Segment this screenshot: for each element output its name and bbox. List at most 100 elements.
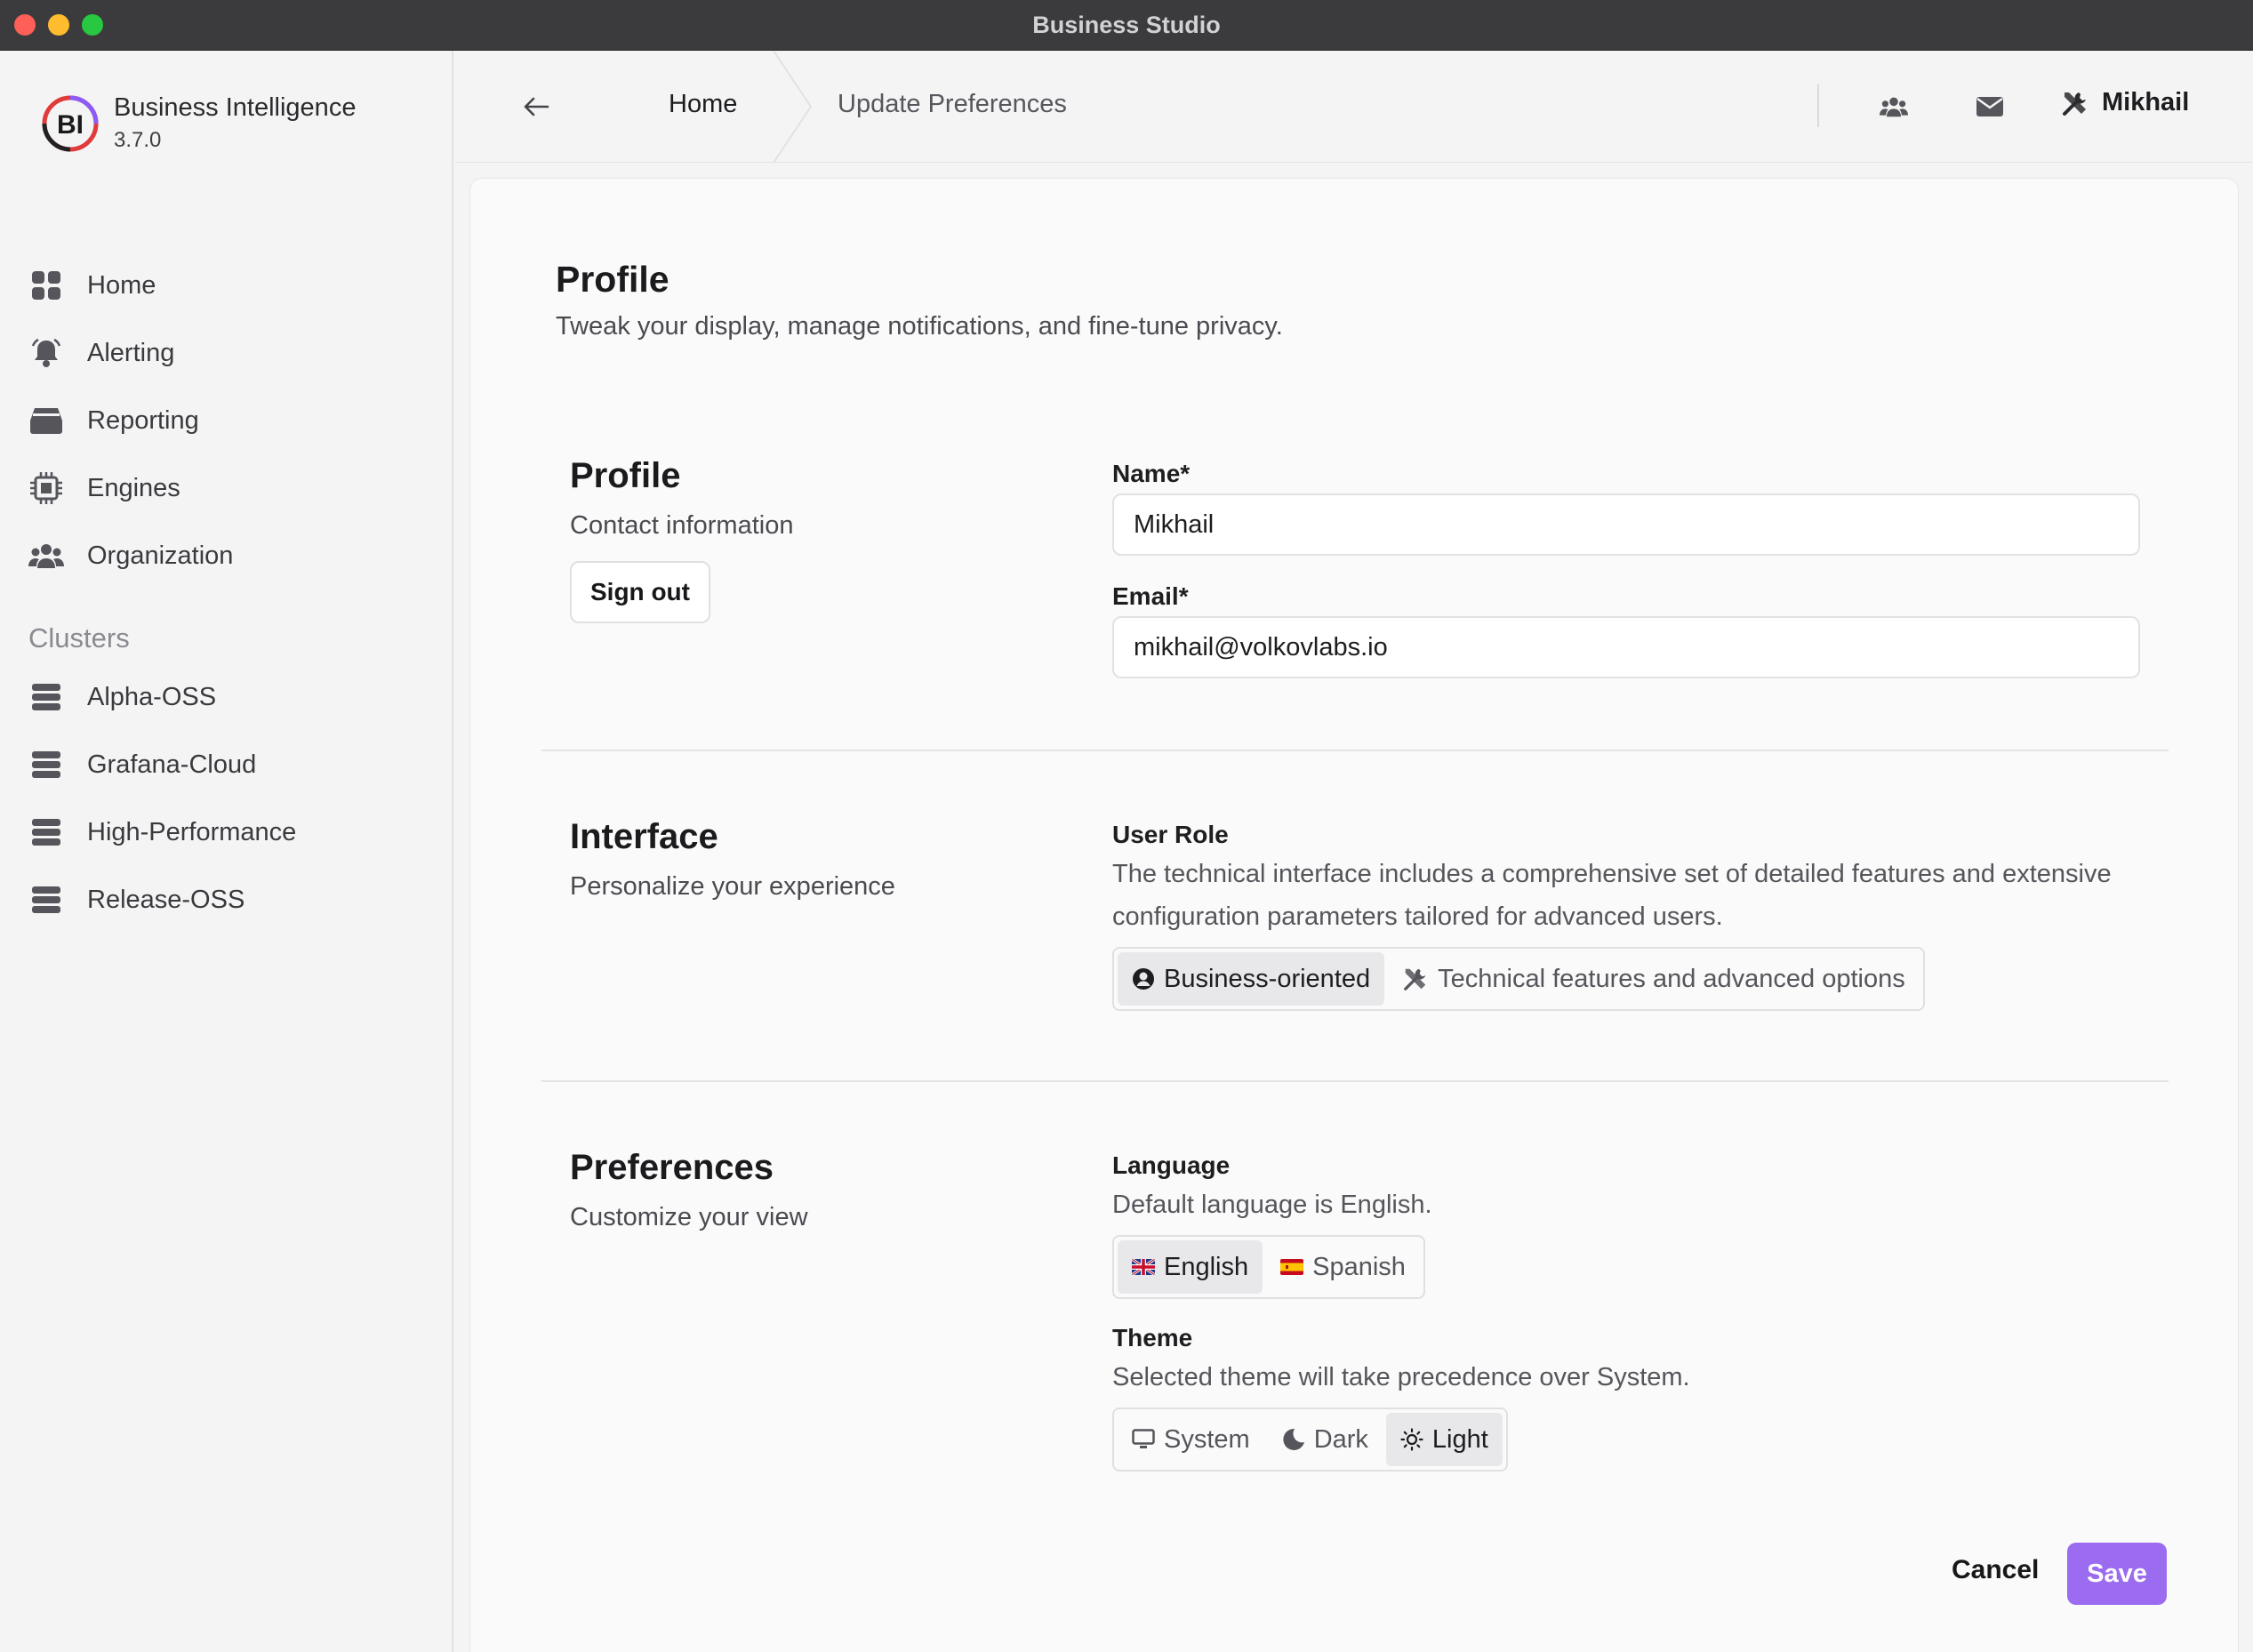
messages-button[interactable] xyxy=(1968,86,2011,127)
profile-section-subtitle: Contact information xyxy=(570,511,794,540)
tools-icon xyxy=(1404,968,1426,990)
sidebar-item-label: Organization xyxy=(87,541,234,570)
close-window-button[interactable] xyxy=(14,14,36,36)
back-button[interactable] xyxy=(509,89,564,124)
uk-flag-icon xyxy=(1132,1259,1155,1275)
role-option-business[interactable]: Business-oriented xyxy=(1118,952,1385,1006)
user-role-toggle: Business-oriented Technical features and… xyxy=(1112,947,1925,1011)
role-option-label: Technical features and advanced options xyxy=(1438,964,1905,993)
sidebar-item-organization[interactable]: Organization xyxy=(28,529,429,582)
theme-toggle: System Dark Light xyxy=(1112,1407,1508,1472)
theme-option-system[interactable]: System xyxy=(1118,1413,1264,1466)
brand-version: 3.7.0 xyxy=(114,128,162,152)
breadcrumb-separator-icon xyxy=(773,51,813,163)
topbar: Home Update Preferences Mikhail xyxy=(455,51,2253,163)
section-divider xyxy=(541,1080,2169,1082)
monitor-icon xyxy=(1132,1429,1155,1448)
cluster-item-label: Release-OSS xyxy=(87,885,245,914)
server-icon xyxy=(28,679,64,715)
theme-option-label: Dark xyxy=(1313,1424,1368,1454)
sun-icon xyxy=(1400,1428,1423,1451)
preferences-section-subtitle: Customize your view xyxy=(570,1203,808,1231)
sidebar-item-label: Engines xyxy=(87,473,180,502)
user-role-label: User Role xyxy=(1112,821,1229,848)
grid-icon xyxy=(28,268,64,303)
cluster-item-label: Alpha-OSS xyxy=(87,682,217,711)
cluster-item-high-performance[interactable]: High-Performance xyxy=(28,806,429,859)
theme-help: Selected theme will take precedence over… xyxy=(1112,1363,1690,1391)
clusters-heading: Clusters xyxy=(28,622,130,654)
cluster-item-label: Grafana-Cloud xyxy=(87,750,257,779)
sidebar-item-reporting[interactable]: Reporting xyxy=(28,394,429,447)
cluster-item-label: High-Performance xyxy=(87,817,297,846)
spain-flag-icon xyxy=(1280,1259,1304,1275)
user-circle-icon xyxy=(1133,968,1154,990)
theme-option-light[interactable]: Light xyxy=(1385,1413,1503,1466)
window-title: Business Studio xyxy=(1032,11,1221,38)
sidebar-item-alerting[interactable]: Alerting xyxy=(28,326,429,380)
profile-section-title: Profile xyxy=(570,456,681,495)
preferences-section-title: Preferences xyxy=(570,1148,774,1187)
sidebar-item-label: Reporting xyxy=(87,405,199,435)
language-option-spanish[interactable]: Spanish xyxy=(1266,1240,1420,1294)
topbar-divider xyxy=(1817,84,1819,127)
page-title: Profile xyxy=(556,259,669,300)
user-menu-button[interactable]: Mikhail xyxy=(2061,88,2189,117)
breadcrumb-home[interactable]: Home xyxy=(669,90,737,119)
window-titlebar: Business Studio xyxy=(0,0,2253,51)
brand[interactable]: BI Business Intelligence 3.7.0 xyxy=(41,93,356,153)
sidebar-item-label: Home xyxy=(87,270,156,300)
cluster-item-alpha-oss[interactable]: Alpha-OSS xyxy=(28,670,429,724)
language-option-english[interactable]: English xyxy=(1118,1240,1263,1294)
server-icon xyxy=(28,882,64,918)
inbox-icon xyxy=(28,403,64,438)
role-option-label: Business-oriented xyxy=(1164,964,1371,993)
bell-icon xyxy=(28,335,64,371)
email-label: Email* xyxy=(1112,582,1189,610)
arrow-left-icon xyxy=(524,97,549,116)
theme-label: Theme xyxy=(1112,1324,1193,1351)
team-button[interactable] xyxy=(1872,86,1915,127)
envelope-icon xyxy=(1976,97,2003,116)
save-button[interactable]: Save xyxy=(2067,1543,2167,1605)
language-option-label: English xyxy=(1164,1252,1249,1281)
sidebar-item-engines[interactable]: Engines xyxy=(28,461,429,515)
role-option-technical[interactable]: Technical features and advanced options xyxy=(1388,952,1920,1006)
user-role-help: The technical interface includes a compr… xyxy=(1112,860,2112,931)
language-option-label: Spanish xyxy=(1312,1252,1406,1281)
language-toggle: English Spanish xyxy=(1112,1235,1425,1299)
sign-out-button[interactable]: Sign out xyxy=(570,561,710,623)
sidebar-item-home[interactable]: Home xyxy=(28,259,429,312)
language-help: Default language is English. xyxy=(1112,1191,1432,1219)
window-controls xyxy=(14,14,103,36)
user-name: Mikhail xyxy=(2102,88,2190,116)
theme-option-label: Light xyxy=(1431,1424,1488,1454)
users-icon xyxy=(1880,97,1908,117)
breadcrumb-current: Update Preferences xyxy=(838,90,1067,118)
cluster-item-release-oss[interactable]: Release-OSS xyxy=(28,873,429,926)
tools-icon xyxy=(2063,92,2086,116)
page-subtitle: Tweak your display, manage notifications… xyxy=(556,312,1283,341)
cancel-button[interactable]: Cancel xyxy=(1937,1544,2053,1596)
sidebar: BI Business Intelligence 3.7.0 Home Aler… xyxy=(0,51,453,1652)
moon-icon xyxy=(1283,1428,1304,1450)
interface-section-subtitle: Personalize your experience xyxy=(570,872,895,901)
minimize-window-button[interactable] xyxy=(48,14,69,36)
brand-logo-icon: BI xyxy=(42,95,99,151)
cluster-item-grafana-cloud[interactable]: Grafana-Cloud xyxy=(28,738,429,791)
theme-option-dark[interactable]: Dark xyxy=(1268,1413,1383,1466)
server-icon xyxy=(28,814,64,850)
brand-logo-text: BI xyxy=(57,110,84,140)
brand-name: Business Intelligence xyxy=(114,93,357,122)
zoom-window-button[interactable] xyxy=(82,14,103,36)
interface-section-title: Interface xyxy=(570,817,718,856)
preferences-card: Profile Tweak your display, manage notif… xyxy=(469,178,2239,1652)
theme-option-label: System xyxy=(1164,1424,1250,1454)
sidebar-item-label: Alerting xyxy=(87,338,175,367)
chip-icon xyxy=(28,470,64,506)
name-field[interactable] xyxy=(1112,493,2140,556)
language-label: Language xyxy=(1112,1151,1231,1179)
email-field[interactable] xyxy=(1112,616,2140,678)
server-icon xyxy=(28,747,64,782)
users-icon xyxy=(28,538,64,573)
